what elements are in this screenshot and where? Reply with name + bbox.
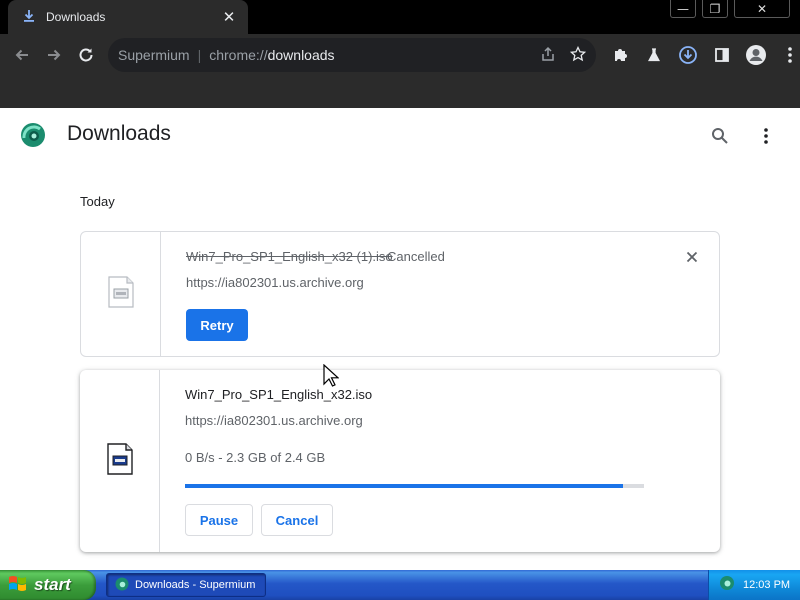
bookmark-bar — [0, 76, 800, 108]
downloads-indicator-icon[interactable] — [672, 39, 704, 71]
start-button[interactable]: start — [0, 570, 96, 600]
pause-button[interactable]: Pause — [185, 504, 253, 536]
remove-from-list-icon[interactable] — [683, 248, 701, 266]
close-window-button[interactable]: ✕ — [734, 0, 790, 18]
page-title: Downloads — [67, 122, 171, 145]
reload-icon[interactable] — [70, 39, 102, 71]
address-separator: | — [197, 47, 202, 63]
forward-arrow-icon[interactable] — [38, 39, 70, 71]
network-tray-icon[interactable] — [719, 575, 735, 595]
mouse-cursor-icon — [323, 363, 340, 388]
bookmark-star-icon[interactable] — [569, 45, 587, 65]
tab-title: Downloads — [46, 10, 106, 24]
omnibox-actions — [540, 45, 587, 65]
iso-file-icon — [106, 443, 134, 479]
source-url-link[interactable]: https://ia802301.us.archive.org — [185, 413, 363, 428]
windows-flag-icon — [8, 574, 28, 596]
profile-avatar-icon[interactable] — [740, 39, 772, 71]
source-url-link[interactable]: https://ia802301.us.archive.org — [186, 275, 364, 290]
browser-toolbar: Supermium | chrome:// downloads — [0, 34, 800, 76]
progress-bar — [185, 484, 644, 488]
site-chip: Supermium — [118, 47, 190, 63]
progress-bar-fill — [185, 484, 624, 488]
retry-button[interactable]: Retry — [186, 309, 248, 341]
tab-close-icon[interactable]: ✕ — [220, 8, 238, 26]
supermium-logo-icon — [20, 122, 46, 148]
window-controls: — ❐ ✕ — [670, 0, 790, 18]
download-icon — [22, 8, 36, 27]
system-tray: 12:03 PM — [708, 570, 800, 600]
browser-menu-icon[interactable] — [774, 39, 800, 71]
address-bar[interactable]: Supermium | chrome:// downloads — [108, 38, 596, 72]
back-arrow-icon[interactable] — [6, 39, 38, 71]
taskbar-item-label: Downloads - Supermium — [135, 579, 256, 591]
download-status: Cancelled — [387, 249, 445, 264]
date-heading: Today — [80, 194, 115, 209]
more-actions-icon[interactable] — [756, 126, 776, 148]
taskbar-item-downloads[interactable]: Downloads - Supermium — [106, 573, 266, 597]
progress-description: 0 B/s - 2.3 GB of 2.4 GB — [185, 450, 326, 465]
page-header: Downloads — [0, 108, 800, 164]
toolbar-actions — [604, 39, 800, 71]
file-icon-column — [80, 370, 160, 552]
supermium-app-icon — [115, 576, 129, 595]
download-details: Win7_Pro_SP1_English_x32.iso https://ia8… — [185, 370, 720, 552]
file-icon-column — [81, 232, 161, 356]
url-scheme: chrome:// — [209, 47, 268, 63]
cancel-button[interactable]: Cancel — [261, 504, 333, 536]
url-path: downloads — [267, 47, 335, 63]
downloads-page: Downloads Today Win7_Pro_SP1_English_x32… — [0, 108, 800, 570]
share-icon[interactable] — [540, 46, 556, 65]
tab-strip: Downloads ✕ — ❐ ✕ — [0, 0, 800, 34]
search-icon[interactable] — [710, 126, 732, 148]
system-clock[interactable]: 12:03 PM — [743, 579, 790, 591]
file-name-link[interactable]: Win7_Pro_SP1_English_x32 (1).iso — [186, 249, 393, 264]
restore-button[interactable]: ❐ — [702, 0, 728, 18]
windows-taskbar: start Downloads - Supermium 12:03 PM — [0, 570, 800, 600]
tab-downloads[interactable]: Downloads ✕ — [8, 0, 248, 34]
file-name-link[interactable]: Win7_Pro_SP1_English_x32.iso — [185, 387, 372, 402]
download-details: Win7_Pro_SP1_English_x32 (1).iso Cancell… — [186, 232, 719, 356]
download-card-cancelled: Win7_Pro_SP1_English_x32 (1).iso Cancell… — [80, 231, 720, 357]
extensions-puzzle-icon[interactable] — [604, 39, 636, 71]
iso-file-icon — [107, 276, 135, 312]
start-label: start — [34, 575, 71, 594]
side-panel-icon[interactable] — [706, 39, 738, 71]
minimize-button[interactable]: — — [670, 0, 696, 18]
download-card-in-progress: Win7_Pro_SP1_English_x32.iso https://ia8… — [80, 370, 720, 552]
labs-flask-icon[interactable] — [638, 39, 670, 71]
